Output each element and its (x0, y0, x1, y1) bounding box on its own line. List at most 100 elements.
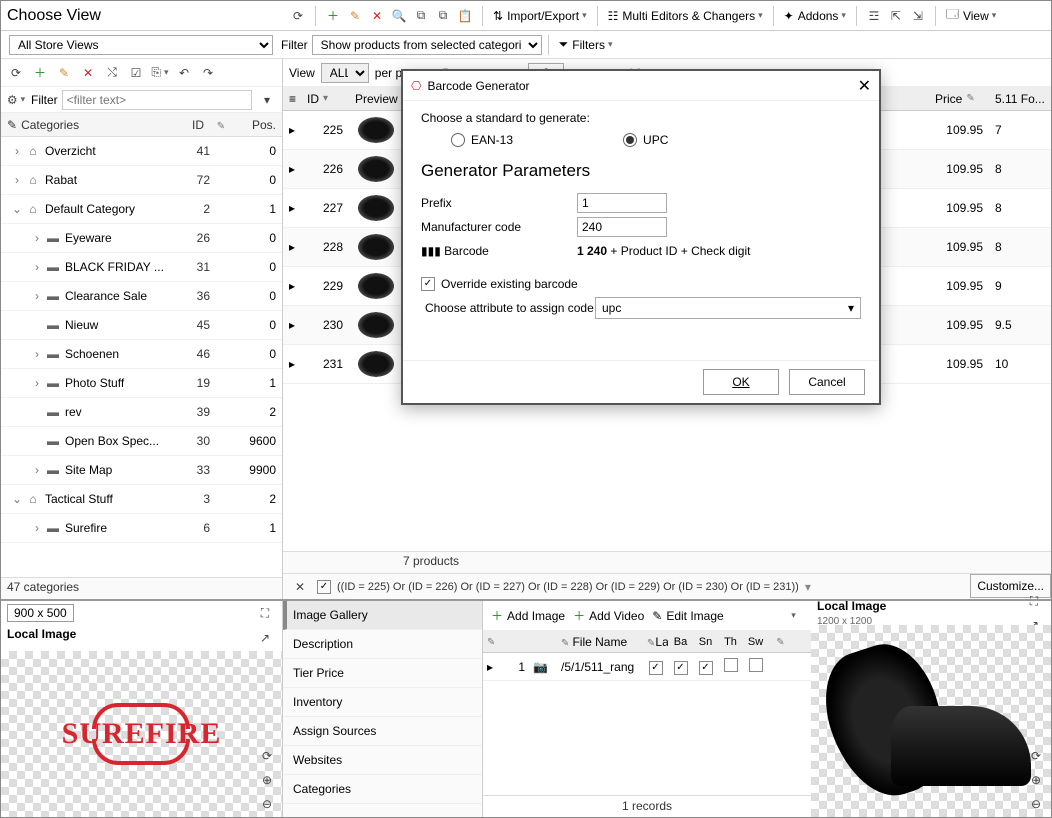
radio-ean13[interactable]: EAN-13 (451, 133, 513, 147)
row-expand-icon[interactable]: ▸ (283, 201, 301, 215)
mfr-input[interactable] (577, 217, 667, 237)
layout-icon-1[interactable]: ☲ (863, 5, 885, 27)
sb-edit-icon[interactable]: ✎ (53, 62, 75, 84)
attr-select[interactable]: upc▾ (595, 297, 861, 319)
tree-row[interactable]: ›▬Clearance Sale360 (1, 282, 282, 311)
sb-delete-icon[interactable]: ✕ (77, 62, 99, 84)
prefix-input[interactable] (577, 193, 667, 213)
add-icon[interactable]: ＋ (322, 5, 344, 27)
br-zoomin-icon[interactable]: ⊕ (1025, 769, 1047, 791)
fc-sn[interactable]: Sn (693, 636, 718, 648)
gh-price[interactable]: Price (935, 92, 962, 106)
store-view-select[interactable]: All Store Views (9, 35, 273, 55)
row-expand-icon[interactable]: ▸ (283, 240, 301, 254)
cb-la[interactable] (649, 661, 663, 675)
expand-icon[interactable]: ⌄ (9, 492, 25, 506)
bl-refresh-icon[interactable]: ⟳ (256, 745, 278, 767)
expand-icon[interactable]: › (29, 231, 45, 245)
filters-button[interactable]: ⏷Filters (555, 37, 617, 52)
gh-preview[interactable]: Preview (349, 92, 401, 106)
add-image-button[interactable]: ＋Add Image (491, 607, 565, 624)
bl-fullscreen-icon[interactable]: ⛶ (254, 602, 276, 624)
radio-upc[interactable]: UPC (623, 133, 668, 147)
filter-mode-select[interactable]: Show products from selected categories (312, 35, 542, 55)
sb-add-icon[interactable]: ＋ (29, 62, 51, 84)
addons-menu[interactable]: ✦Addons (780, 9, 850, 23)
tree-row[interactable]: ›▬Site Map339900 (1, 456, 282, 485)
tree-row[interactable]: ▬Open Box Spec...309600 (1, 427, 282, 456)
bc-more-icon[interactable] (781, 605, 803, 627)
sb-funnel-icon[interactable]: ▾ (256, 89, 278, 111)
sb-refresh-icon[interactable]: ⟳ (5, 62, 27, 84)
tree-row[interactable]: ›▬Photo Stuff191 (1, 369, 282, 398)
expand-icon[interactable]: › (9, 173, 25, 187)
pg-perpage-select[interactable]: ALL (321, 63, 369, 83)
tab-assign-sources[interactable]: Assign Sources (283, 717, 482, 746)
search-icon[interactable]: 🔍 (388, 5, 410, 27)
tree-row[interactable]: ›▬Surefire61 (1, 514, 282, 543)
expand-icon[interactable]: › (29, 347, 45, 361)
expand-icon[interactable]: › (29, 376, 45, 390)
expand-icon[interactable]: › (29, 260, 45, 274)
tab-description[interactable]: Description (283, 630, 482, 659)
edit-icon[interactable]: ✎ (344, 5, 366, 27)
tab-categories[interactable]: Categories (283, 775, 482, 804)
fc-sv[interactable]: Sw (743, 636, 768, 648)
image-row[interactable]: ▸ 1 📷 /5/1/511_rang (483, 653, 811, 681)
tab-image-gallery[interactable]: Image Gallery (283, 601, 482, 630)
override-checkbox[interactable] (421, 277, 435, 291)
tab-tier-price[interactable]: Tier Price (283, 659, 482, 688)
expand-icon[interactable]: › (29, 463, 45, 477)
tree-row[interactable]: ›▬Eyeware260 (1, 224, 282, 253)
br-refresh-icon[interactable]: ⟳ (1025, 745, 1047, 767)
row-expand-icon[interactable]: ▸ (283, 318, 301, 332)
cb-ba[interactable] (674, 661, 688, 675)
tree-row[interactable]: ▬Nieuw450 (1, 311, 282, 340)
edit-image-button[interactable]: ✎Edit Image (652, 609, 723, 623)
view-menu[interactable]: 🗔View (942, 5, 1000, 26)
modal-close-icon[interactable]: ✕ (858, 76, 871, 96)
fb-enable-checkbox[interactable] (317, 580, 331, 594)
expand-icon[interactable]: › (29, 289, 45, 303)
delete-icon[interactable]: ✕ (366, 5, 388, 27)
sb-export-icon[interactable]: ⎘ (149, 62, 171, 84)
ok-button[interactable]: OK (703, 369, 779, 395)
tree-row[interactable]: ▬rev392 (1, 398, 282, 427)
fb-close-icon[interactable]: ✕ (289, 576, 311, 598)
expand-icon[interactable]: › (29, 521, 45, 535)
fc-th[interactable]: Th (718, 636, 743, 648)
tree-row[interactable]: ›▬Schoenen460 (1, 340, 282, 369)
layout-icon-3[interactable]: ⇲ (907, 5, 929, 27)
cancel-button[interactable]: Cancel (789, 369, 865, 395)
tab-websites[interactable]: Websites (283, 746, 482, 775)
br-fullscreen-icon[interactable]: ⛶ (1023, 590, 1045, 612)
expand-icon[interactable]: › (9, 144, 25, 158)
copy2-icon[interactable]: ⧉ (432, 5, 454, 27)
bl-open-icon[interactable]: ↗ (254, 627, 276, 649)
paste-icon[interactable]: 📋 (454, 5, 476, 27)
cb-th[interactable] (724, 658, 738, 672)
cb-sn[interactable] (699, 661, 713, 675)
tree-row[interactable]: ›⌂Rabat720 (1, 166, 282, 195)
multi-editors-menu[interactable]: ☷Multi Editors & Changers (604, 9, 767, 23)
br-zoomout-icon[interactable]: ⊖ (1025, 793, 1047, 815)
sb-filter-input[interactable] (62, 90, 252, 110)
bl-zoomout-icon[interactable]: ⊖ (256, 793, 278, 815)
fb-caret-icon[interactable]: ▾ (805, 580, 811, 594)
sb-redo-icon[interactable]: ↷ (197, 62, 219, 84)
fc-ba[interactable]: Ba (668, 636, 693, 648)
row-expand-icon[interactable]: ▸ (283, 162, 301, 176)
copy-icon[interactable]: ⧉ (410, 5, 432, 27)
layout-icon-2[interactable]: ⇱ (885, 5, 907, 27)
row-expand-icon[interactable]: ▸ (283, 279, 301, 293)
row-expand-icon[interactable]: ▸ (283, 123, 301, 137)
bl-zoomin-icon[interactable]: ⊕ (256, 769, 278, 791)
sb-check-icon[interactable]: ☑ (125, 62, 147, 84)
tree-row[interactable]: ⌄⌂Default Category21 (1, 195, 282, 224)
sb-gear-icon[interactable]: ⚙ (5, 89, 27, 111)
tree-row[interactable]: ›▬BLACK FRIDAY ...310 (1, 253, 282, 282)
tab-inventory[interactable]: Inventory (283, 688, 482, 717)
sb-swap-icon[interactable]: ⤭ (101, 62, 123, 84)
gh-menu-icon[interactable]: ≡ (289, 92, 296, 106)
gh-id[interactable]: ID (307, 92, 319, 106)
